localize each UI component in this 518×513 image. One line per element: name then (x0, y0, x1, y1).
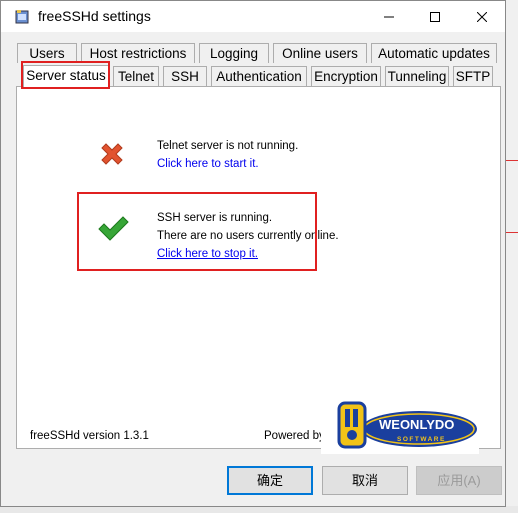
telnet-start-link[interactable]: Click here to start it. (157, 155, 298, 173)
maximize-button[interactable] (412, 1, 458, 32)
tab-users[interactable]: Users (17, 43, 77, 63)
tab-tunneling[interactable]: Tunneling (385, 66, 449, 86)
tab-logging[interactable]: Logging (199, 43, 269, 63)
highlight-server-status-tab (21, 61, 110, 89)
app-icon (15, 10, 29, 24)
logo-graphic: WEONLYDO SOFTWARE (321, 399, 479, 454)
weonlydo-logo[interactable]: WEONLYDO SOFTWARE (321, 399, 479, 454)
close-icon (477, 11, 487, 22)
telnet-status: Telnet server is not running. Click here… (157, 137, 298, 173)
tab-sftp[interactable]: SFTP (453, 66, 493, 86)
apply-button[interactable]: 应用(A) (416, 466, 502, 495)
tab-authentication[interactable]: Authentication (211, 66, 307, 86)
title-bar[interactable]: freeSSHd settings (1, 1, 505, 32)
tab-telnet[interactable]: Telnet (113, 66, 159, 86)
ok-button[interactable]: 确定 (227, 466, 313, 495)
tab-ssh[interactable]: SSH (163, 66, 207, 86)
logo-text: WEONLYDO (379, 417, 454, 432)
version-label: freeSSHd version 1.3.1 (30, 430, 149, 442)
logo-subtext: SOFTWARE (397, 436, 446, 443)
window-title: freeSSHd settings (38, 8, 151, 24)
cancel-button[interactable]: 取消 (322, 466, 408, 495)
minimize-button[interactable] (366, 1, 412, 32)
tab-encryption[interactable]: Encryption (311, 66, 381, 86)
tab-host-restrictions[interactable]: Host restrictions (81, 43, 195, 63)
close-button[interactable] (459, 1, 505, 32)
maximize-icon (430, 11, 440, 22)
highlight-ssh-status (77, 192, 317, 271)
background-window-edge (0, 506, 518, 513)
red-x-icon (101, 143, 123, 165)
minimize-icon (384, 16, 394, 17)
telnet-status-text: Telnet server is not running. (157, 140, 299, 152)
tab-automatic-updates[interactable]: Automatic updates (371, 43, 497, 63)
tab-online-users[interactable]: Online users (273, 43, 367, 63)
powered-by-label: Powered by (264, 430, 325, 442)
